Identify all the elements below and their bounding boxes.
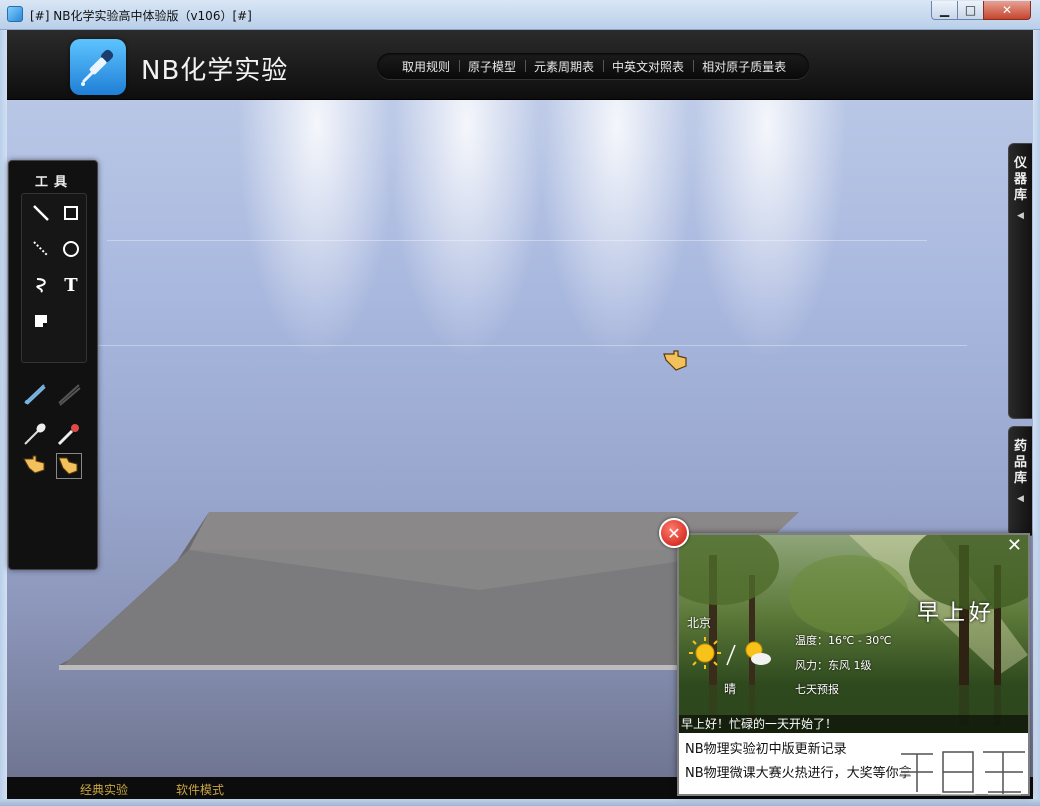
window-title: [#] NB化学实验高中体验版（v106）[#] xyxy=(30,9,252,23)
text-icon: T xyxy=(64,274,78,296)
spotlight xyxy=(687,100,847,360)
dashed-line-icon xyxy=(33,241,49,257)
logo xyxy=(70,39,126,95)
app-icon xyxy=(7,6,23,22)
tab-instrument-label: 仪器库 xyxy=(1013,156,1027,203)
spotlight xyxy=(237,100,397,360)
tab-chemical-label: 药品库 xyxy=(1013,439,1027,486)
dropper-icon xyxy=(57,424,79,446)
tongs-icon xyxy=(58,384,81,406)
dropper-logo-icon xyxy=(81,49,114,86)
maximize-button[interactable]: □ xyxy=(957,1,984,20)
seven-day-forecast-link[interactable]: 七天预报 xyxy=(795,681,839,697)
city-name: 北京 xyxy=(687,616,712,630)
classic-experiments-link[interactable]: 经典实验 xyxy=(80,781,128,798)
line-icon xyxy=(33,205,49,221)
forest-photo: ✕ 早上好 北京 晴 温度：16℃ - 30℃ 风力：东风 1级 七天预报 早上… xyxy=(679,535,1028,733)
tool-palette: 工具 T xyxy=(8,160,98,570)
minimize-button[interactable]: ▁ xyxy=(931,1,958,20)
dropper-tool[interactable] xyxy=(56,421,82,447)
collapse-arrow-icon: ◀ xyxy=(1017,494,1024,504)
slash-divider-icon xyxy=(726,644,736,666)
line-tool[interactable] xyxy=(28,200,54,226)
menu-item-cn-en-glossary[interactable]: 中英文对照表 xyxy=(603,58,693,75)
weather-condition: 晴 xyxy=(724,682,737,696)
temperature: 温度：16℃ - 30℃ xyxy=(795,634,892,647)
window-frame-bottom xyxy=(0,799,1040,806)
curve-icon xyxy=(36,278,46,293)
tab-instrument-library[interactable]: 仪器库 ◀ xyxy=(1008,143,1032,419)
rectangle-icon xyxy=(64,206,78,220)
hand-pour-tool[interactable] xyxy=(56,453,82,479)
spotlight xyxy=(537,100,697,360)
app-header: NB化学实验 取用规则 原子模型 元素周期表 中英文对照表 相对原子质量表 xyxy=(7,30,1033,100)
software-mode-link[interactable]: 软件模式 xyxy=(176,781,224,798)
watermark-logo xyxy=(901,749,1025,795)
hand-tool[interactable] xyxy=(22,453,48,479)
news-item[interactable]: NB物理微课大赛火热进行，大奖等你拿 xyxy=(685,762,912,781)
top-menu: 取用规则 原子模型 元素周期表 中英文对照表 相对原子质量表 xyxy=(377,53,809,79)
hand-icon xyxy=(23,455,45,474)
close-button[interactable]: ✕ xyxy=(983,1,1031,20)
tweezers-icon xyxy=(24,384,46,405)
spoon-tool[interactable] xyxy=(22,421,48,447)
popup-close-icon[interactable]: ✕ xyxy=(1007,537,1022,555)
greeting-line: 早上好！忙碌的一天开始了！ xyxy=(679,715,1028,733)
menu-item-atomic-model[interactable]: 原子模型 xyxy=(459,58,525,75)
popup-dismiss-button[interactable]: ✕ xyxy=(659,518,689,548)
collapse-arrow-icon: ◀ xyxy=(1017,211,1024,221)
spotlight xyxy=(387,100,547,360)
menu-item-atomic-mass-table[interactable]: 相对原子质量表 xyxy=(693,58,795,75)
fill-tool[interactable] xyxy=(28,308,54,334)
sun-cloud-icon xyxy=(745,641,771,665)
spoon-icon xyxy=(24,423,46,445)
tools-title: 工具 xyxy=(34,175,73,190)
window-frame-left xyxy=(0,30,7,800)
circle-tool[interactable] xyxy=(58,236,84,262)
news-item[interactable]: NB物理实验初中版更新记录 xyxy=(685,738,847,757)
wind: 风力：东风 1级 xyxy=(795,659,872,672)
drawing-tools: T xyxy=(21,193,87,363)
circle-icon xyxy=(63,241,79,257)
menu-item-periodic-table[interactable]: 元素周期表 xyxy=(525,58,603,75)
fill-icon xyxy=(35,315,47,327)
wall-line xyxy=(67,345,967,346)
wall-line xyxy=(107,240,927,241)
dashed-line-tool[interactable] xyxy=(28,236,54,262)
hand-pour-icon xyxy=(58,457,78,475)
sun-icon xyxy=(689,637,721,669)
greeting-title: 早上好 xyxy=(917,601,996,626)
hand-cursor-icon xyxy=(663,350,687,371)
tab-chemical-library[interactable]: 药品库 ◀ xyxy=(1008,426,1032,536)
rectangle-tool[interactable] xyxy=(58,200,84,226)
tongs-tool[interactable] xyxy=(56,381,82,407)
menu-item-usage-rules[interactable]: 取用规则 xyxy=(393,58,459,75)
window-titlebar: [#] NB化学实验高中体验版（v106）[#] ▁ □ ✕ xyxy=(0,0,1040,30)
curve-tool[interactable] xyxy=(28,272,54,298)
tweezers-tool[interactable] xyxy=(22,381,48,407)
text-tool[interactable]: T xyxy=(58,272,84,298)
window-frame-right xyxy=(1033,30,1040,800)
brand-title: NB化学实验 xyxy=(141,56,289,86)
